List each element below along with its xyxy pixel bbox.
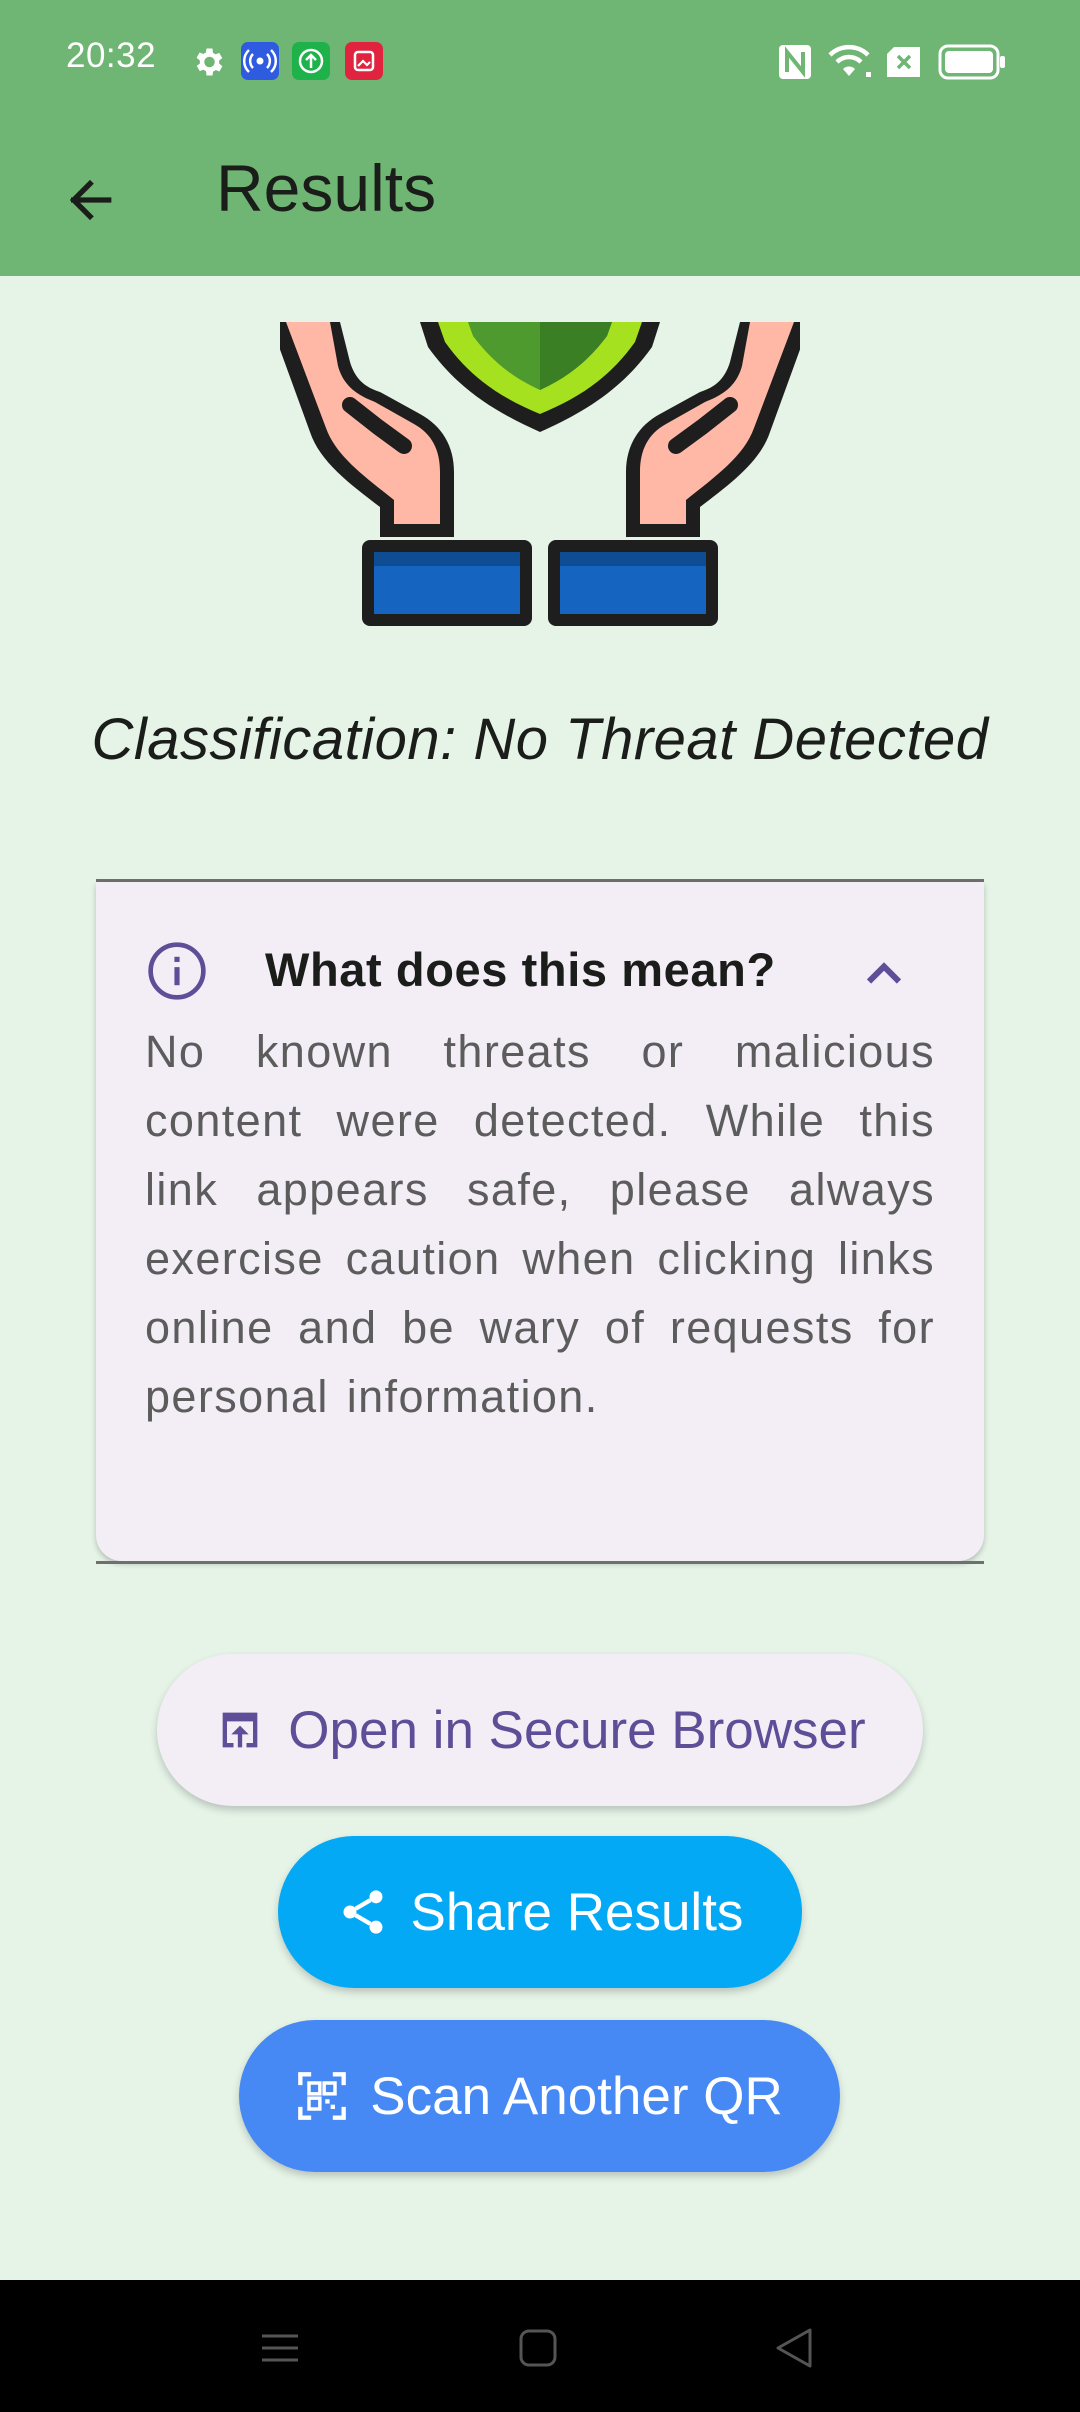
share-results-button[interactable]: Share Results (278, 1836, 802, 1988)
card-divider-bottom (96, 1561, 984, 1564)
back-icon[interactable] (774, 2326, 814, 2370)
open-in-browser-icon (214, 1704, 266, 1756)
arrow-left-icon (69, 179, 112, 221)
info-icon (148, 942, 206, 1000)
share-button-label: Share Results (410, 1882, 744, 1942)
nfc-icon (779, 45, 811, 79)
hands-holding-shield-icon (280, 322, 800, 626)
card-body: No known threats or malicious content we… (145, 1026, 935, 1422)
app-bar (0, 124, 1080, 276)
chevron-up-icon[interactable] (854, 944, 914, 1004)
home-icon[interactable] (518, 2328, 558, 2368)
results-content[interactable]: Classification: No Threat Detected What … (0, 276, 1080, 2280)
radio-app-icon (241, 42, 279, 80)
gallery-app-icon (345, 42, 383, 80)
battery-icon (938, 44, 1005, 80)
status-bar: 20:32 (0, 0, 1080, 124)
share-icon (337, 1886, 389, 1938)
wifi-icon (828, 44, 871, 77)
scan-button-label: Scan Another QR (370, 2066, 783, 2126)
scan-another-qr-button[interactable]: Scan Another QR (239, 2020, 840, 2172)
qr-scan-icon (296, 2070, 348, 2122)
page-title: Results (216, 151, 437, 225)
card-title[interactable]: What does this mean? (265, 942, 776, 997)
back-button[interactable] (40, 150, 140, 250)
upload-app-icon (292, 42, 330, 80)
open-button-label: Open in Secure Browser (288, 1700, 866, 1760)
status-time: 20:32 (66, 36, 157, 75)
open-in-secure-browser-button[interactable]: Open in Secure Browser (157, 1654, 923, 1806)
info-card: What does this mean? No known threats or… (96, 882, 984, 1561)
gear-icon (196, 48, 223, 76)
no-sim-icon (887, 47, 920, 77)
menu-icon[interactable] (260, 2328, 300, 2368)
system-nav-bar (0, 2280, 1080, 2412)
classification-text: Classification: No Threat Detected (91, 707, 989, 772)
